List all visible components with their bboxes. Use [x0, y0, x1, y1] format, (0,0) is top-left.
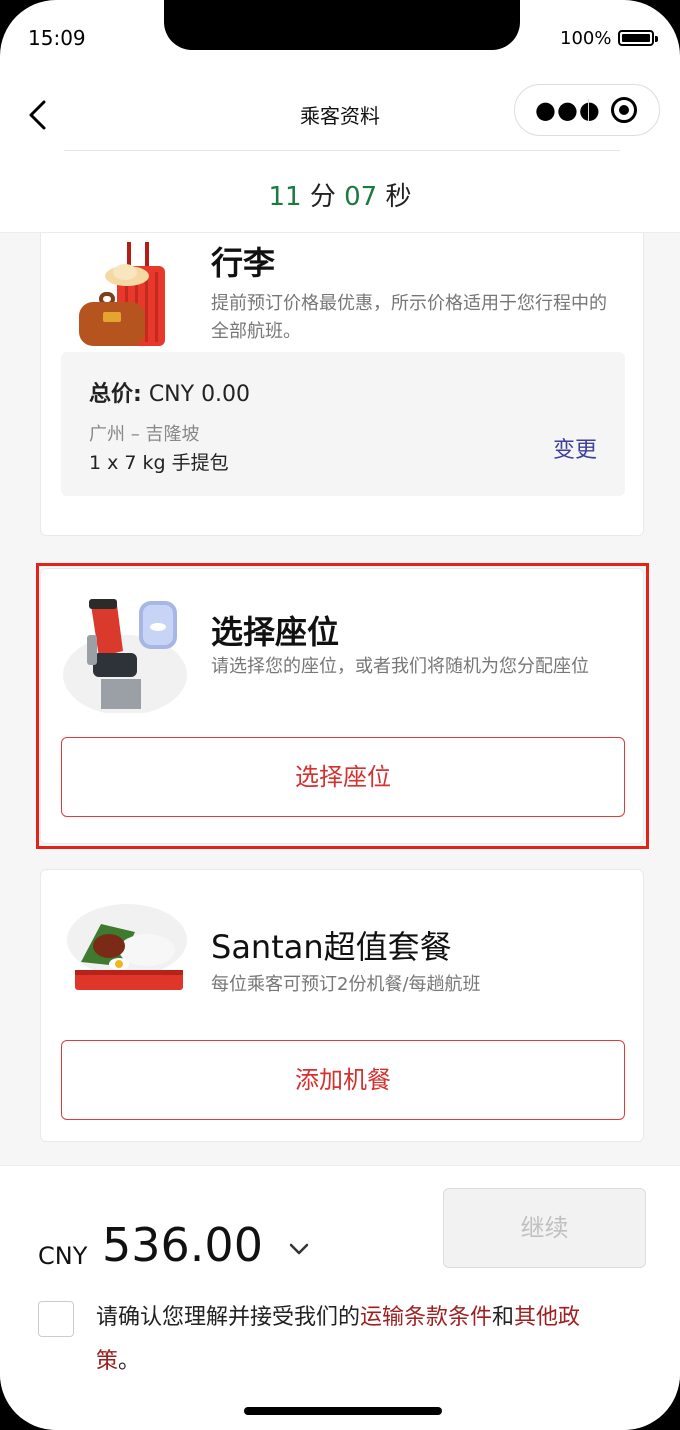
baggage-description: 提前预订价格最优惠，所示价格适用于您行程中的全部航班。 — [211, 293, 607, 342]
terms-suffix: 。 — [118, 1349, 141, 1374]
meal-illustration — [67, 904, 187, 990]
meal-title: Santan超值套餐 — [211, 928, 452, 966]
scroll-content[interactable]: 行李 提前预订价格最优惠，所示价格适用于您行程中的全部航班。 总价: CNY 0… — [0, 233, 680, 1165]
total-price-value: CNY 0.00 — [148, 382, 251, 407]
terms-and: 和 — [492, 1305, 515, 1330]
baggage-title: 行李 — [211, 244, 276, 282]
luggage-illustration — [79, 242, 165, 346]
more-options-icon[interactable]: ●●● — [535, 98, 601, 122]
device-notch — [164, 0, 520, 50]
add-meal-button[interactable]: 添加机餐 — [61, 1040, 625, 1120]
baggage-total: 总价: CNY 0.00 — [89, 376, 250, 408]
phone-screen: 15:09 100% 乘客资料 ●●● 11 分 07 秒 行李 提前预订价格最… — [0, 0, 680, 1430]
meal-card: Santan超值套餐 每位乘客可预订2份机餐/每趟航班 添加机餐 — [40, 869, 644, 1142]
timer-minutes-unit: 分 — [309, 182, 336, 212]
continue-button[interactable]: 继续 — [443, 1188, 646, 1268]
checkout-footer: CNY 536.00 继续 请确认您理解并接受我们的运输条款条件和其他政策。 — [0, 1165, 680, 1430]
home-indicator — [244, 1407, 442, 1415]
terms-prefix: 请确认您理解并接受我们的 — [96, 1305, 361, 1330]
terms-checkbox[interactable] — [38, 1301, 74, 1337]
timer-minutes: 11 — [268, 182, 302, 212]
header-divider — [64, 150, 620, 151]
total-amount: 536.00 — [102, 1218, 263, 1272]
timer-seconds: 07 — [344, 182, 378, 212]
capsule-divider — [588, 99, 589, 121]
chevron-down-icon[interactable] — [288, 1238, 310, 1260]
meal-description: 每位乘客可预订2份机餐/每趟航班 — [211, 974, 481, 995]
seat-highlight-frame — [36, 563, 649, 849]
countdown-timer: 11 分 07 秒 — [0, 176, 680, 213]
baggage-item: 1 x 7 kg 手提包 — [89, 452, 229, 474]
baggage-price-box: 总价: CNY 0.00 广州 – 吉隆坡 1 x 7 kg 手提包 变更 — [61, 352, 625, 496]
mini-program-capsule: ●●● — [514, 84, 660, 136]
battery-icon — [618, 30, 658, 46]
terms-text: 请确认您理解并接受我们的运输条款条件和其他政策。 — [96, 1296, 616, 1384]
battery-percentage: 100% — [560, 28, 612, 49]
total-price-label: 总价: — [89, 382, 142, 407]
close-mini-program-icon[interactable] — [611, 97, 637, 123]
baggage-route: 广州 – 吉隆坡 — [89, 424, 200, 445]
timer-seconds-unit: 秒 — [385, 182, 412, 212]
status-time: 15:09 — [28, 26, 86, 50]
baggage-card: 行李 提前预订价格最优惠，所示价格适用于您行程中的全部航班。 总价: CNY 0… — [40, 233, 644, 536]
total-currency: CNY — [38, 1242, 88, 1270]
carriage-terms-link[interactable]: 运输条款条件 — [360, 1305, 492, 1330]
change-baggage-link[interactable]: 变更 — [553, 432, 597, 464]
